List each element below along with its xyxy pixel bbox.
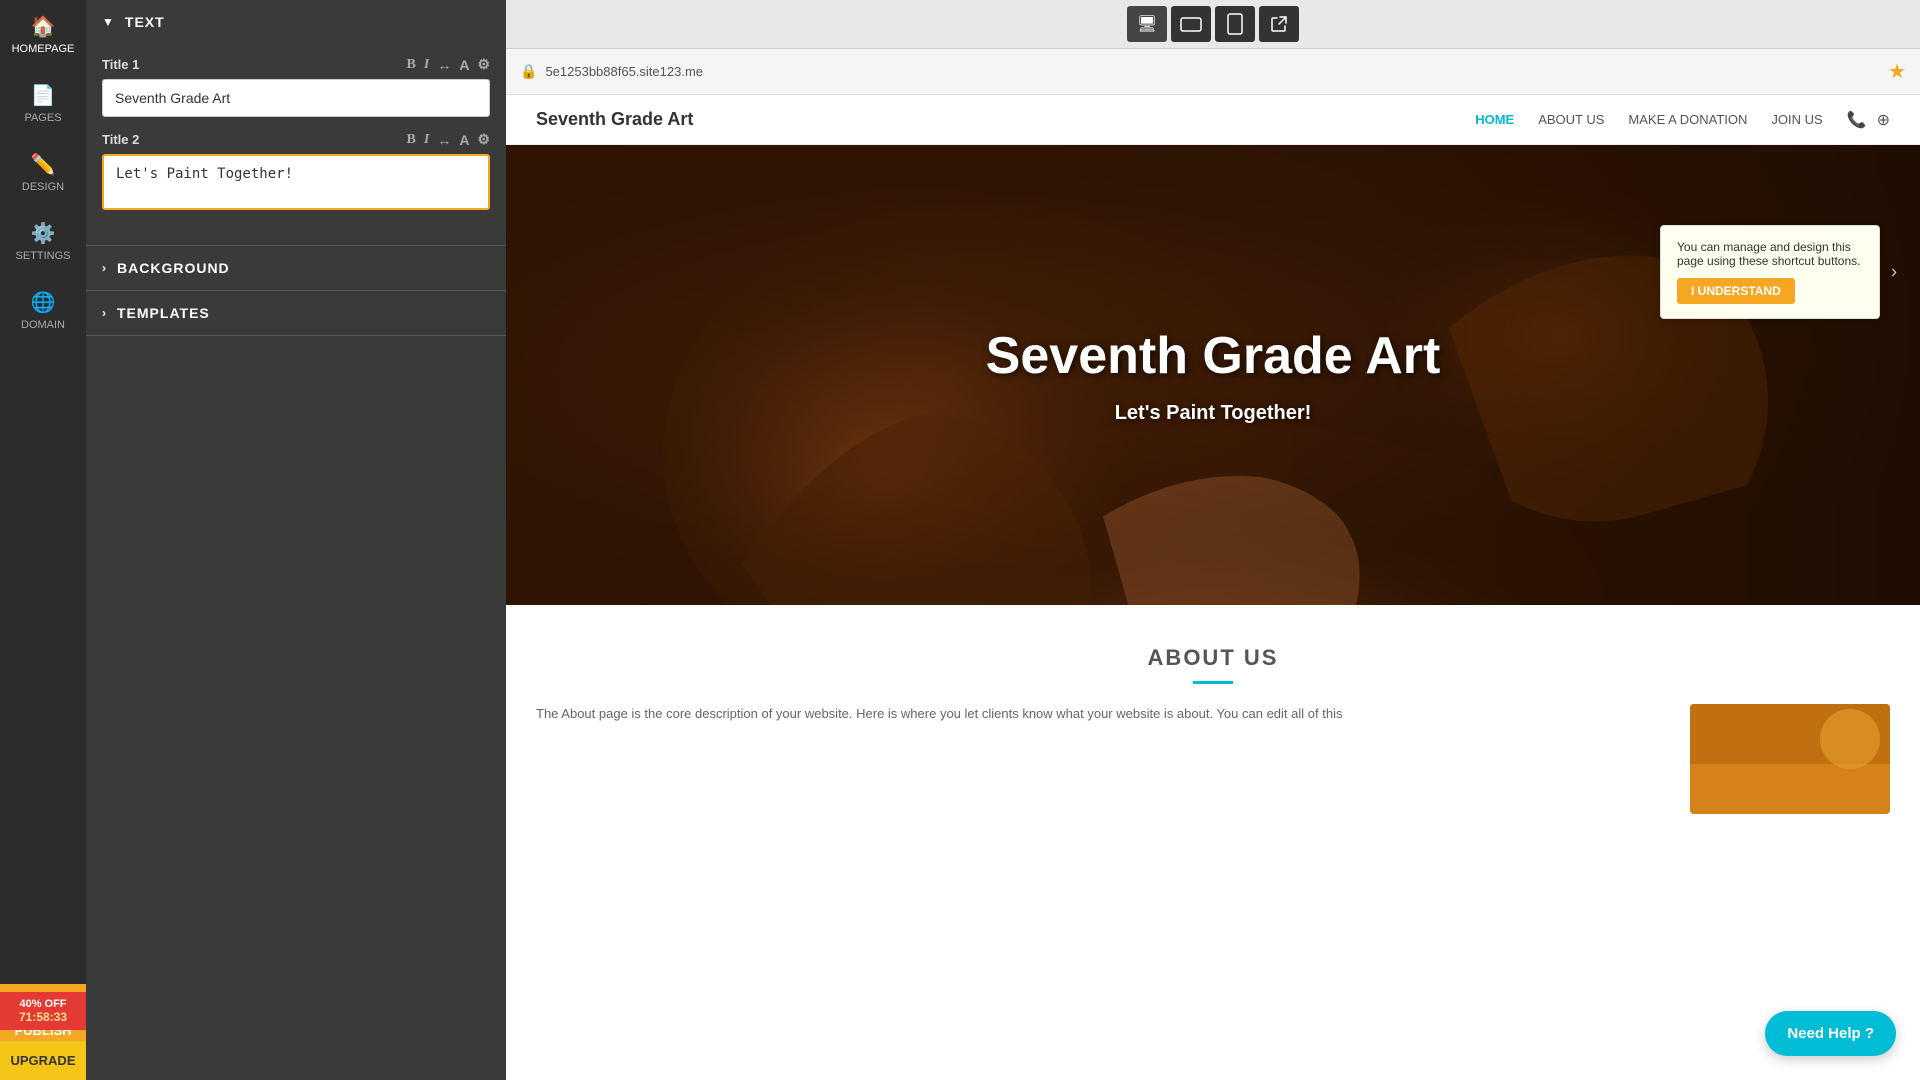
title1-label-row: Title 1 B I ↔ A ⚙ <box>102 56 490 73</box>
sidebar-label-pages: PAGES <box>24 112 61 124</box>
nav-item-home[interactable]: HOME <box>1475 112 1514 127</box>
design-icon: ✏️ <box>31 152 56 177</box>
title2-width-icon[interactable]: ↔ <box>437 132 451 148</box>
text-section: ▼ TEXT Title 1 B I ↔ A ⚙ <box>86 0 506 246</box>
about-image <box>1690 704 1890 814</box>
title2-bold-icon[interactable]: B <box>407 132 416 148</box>
sidebar-item-settings[interactable]: ⚙️ SETTINGS <box>0 207 86 276</box>
tablet-portrait-button[interactable] <box>1215 6 1255 42</box>
settings-icon: ⚙️ <box>31 221 56 246</box>
title2-italic-icon[interactable]: I <box>424 132 429 148</box>
background-section: › BACKGROUND <box>86 246 506 291</box>
nav-item-donation[interactable]: MAKE A DONATION <box>1628 112 1747 127</box>
text-chevron: ▼ <box>102 15 115 29</box>
title1-width-icon[interactable]: ↔ <box>437 57 451 73</box>
title2-label-row: Title 2 B I ↔ A ⚙ <box>102 131 490 148</box>
promo-timer: 71:58:33 <box>4 1010 82 1024</box>
sidebar-label-domain: DOMAIN <box>21 319 65 331</box>
lock-icon: 🔒 <box>520 63 537 80</box>
address-bar-left: 🔒 5e1253bb88f65.site123.me <box>520 63 703 80</box>
about-section-title: ABOUT US <box>536 645 1890 671</box>
about-content: The About page is the core description o… <box>536 704 1890 814</box>
address-bar: 🔒 5e1253bb88f65.site123.me ★ <box>506 49 1920 95</box>
preview-frame: 🔒 5e1253bb88f65.site123.me ★ Seventh Gra… <box>506 49 1920 1080</box>
hero-section: Seventh Grade Art Let's Paint Together! … <box>506 145 1920 605</box>
text-section-header[interactable]: ▼ TEXT <box>86 0 506 44</box>
title1-bold-icon[interactable]: B <box>407 57 416 73</box>
title1-color-icon[interactable]: A <box>459 57 469 73</box>
site-logo: Seventh Grade Art <box>536 109 693 130</box>
tooltip-popup: You can manage and design this page usin… <box>1660 225 1880 319</box>
sidebar-nav: 🏠 HOMEPAGE 📄 PAGES ✏️ DESIGN ⚙️ SETTINGS… <box>0 0 86 1080</box>
share-icon[interactable]: ⊕ <box>1877 110 1890 130</box>
promo-discount: 40% OFF <box>4 998 82 1010</box>
title2-tools: B I ↔ A ⚙ <box>407 131 490 148</box>
sidebar-label-design: DESIGN <box>22 181 64 193</box>
need-help-button[interactable]: Need Help ? <box>1765 1011 1896 1056</box>
domain-icon: 🌐 <box>31 290 56 315</box>
site-menu-icons: 📞 ⊕ <box>1847 110 1890 130</box>
title1-input[interactable] <box>102 79 490 117</box>
sidebar-item-pages[interactable]: 📄 PAGES <box>0 69 86 138</box>
site-nav: Seventh Grade Art HOME ABOUT US MAKE A D… <box>506 95 1920 145</box>
editor-panel: ▼ TEXT Title 1 B I ↔ A ⚙ <box>86 0 506 1080</box>
title1-tools: B I ↔ A ⚙ <box>407 56 490 73</box>
background-chevron: › <box>102 261 107 275</box>
favorite-star-icon[interactable]: ★ <box>1888 59 1906 84</box>
desktop-view-button[interactable]: 🖥 <box>1127 6 1167 42</box>
hero-content: Seventh Grade Art Let's Paint Together! <box>986 326 1441 425</box>
nav-item-join[interactable]: JOIN US <box>1771 112 1822 127</box>
home-icon: 🏠 <box>31 14 56 39</box>
title2-input[interactable] <box>102 154 490 210</box>
templates-section-label: TEMPLATES <box>117 305 210 321</box>
tablet-landscape-button[interactable] <box>1171 6 1211 42</box>
sidebar-item-domain[interactable]: 🌐 DOMAIN <box>0 276 86 345</box>
about-section: ABOUT US The About page is the core desc… <box>506 605 1920 834</box>
tooltip-understand-button[interactable]: I UNDERSTAND <box>1677 278 1795 304</box>
device-toolbar: 🖥 <box>506 0 1920 49</box>
main-area: 🖥 🔒 5e1253bb88f65.site123.me ★ Seventh G… <box>506 0 1920 1080</box>
templates-section-header[interactable]: › TEMPLATES <box>86 291 506 335</box>
tooltip-text: You can manage and design this page usin… <box>1677 240 1863 268</box>
title2-field-group: Title 2 B I ↔ A ⚙ <box>102 131 490 215</box>
tooltip-arrow: › <box>1891 262 1897 283</box>
text-section-label: TEXT <box>125 14 165 30</box>
sidebar-label-homepage: HOMEPAGE <box>12 43 75 55</box>
title1-italic-icon[interactable]: I <box>424 57 429 73</box>
about-text: The About page is the core description o… <box>536 704 1660 725</box>
hero-title: Seventh Grade Art <box>986 326 1441 386</box>
hero-subtitle: Let's Paint Together! <box>986 402 1441 425</box>
title2-settings-icon[interactable]: ⚙ <box>477 131 490 148</box>
url-text: 5e1253bb88f65.site123.me <box>545 64 703 79</box>
templates-section: › TEMPLATES <box>86 291 506 336</box>
title1-field-group: Title 1 B I ↔ A ⚙ <box>102 56 490 117</box>
upgrade-button[interactable]: UPGRADE <box>0 1041 86 1080</box>
preview-container: 🔒 5e1253bb88f65.site123.me ★ Seventh Gra… <box>506 49 1920 1080</box>
pages-icon: 📄 <box>31 83 56 108</box>
external-link-button[interactable] <box>1259 6 1299 42</box>
phone-icon[interactable]: 📞 <box>1847 110 1867 130</box>
background-section-label: BACKGROUND <box>117 260 230 276</box>
title1-label: Title 1 <box>102 57 139 72</box>
promo-banner: 40% OFF 71:58:33 <box>0 992 86 1030</box>
title1-settings-icon[interactable]: ⚙ <box>477 56 490 73</box>
site-menu: HOME ABOUT US MAKE A DONATION JOIN US 📞 … <box>1475 110 1890 130</box>
title2-label: Title 2 <box>102 132 139 147</box>
sidebar-item-design[interactable]: ✏️ DESIGN <box>0 138 86 207</box>
sidebar-label-settings: SETTINGS <box>15 250 70 262</box>
title2-color-icon[interactable]: A <box>459 132 469 148</box>
templates-chevron: › <box>102 306 107 320</box>
nav-item-about[interactable]: ABOUT US <box>1538 112 1604 127</box>
text-section-content: Title 1 B I ↔ A ⚙ Title 2 B <box>86 44 506 245</box>
sidebar-item-homepage[interactable]: 🏠 HOMEPAGE <box>0 0 86 69</box>
about-divider <box>1193 681 1233 684</box>
background-section-header[interactable]: › BACKGROUND <box>86 246 506 290</box>
